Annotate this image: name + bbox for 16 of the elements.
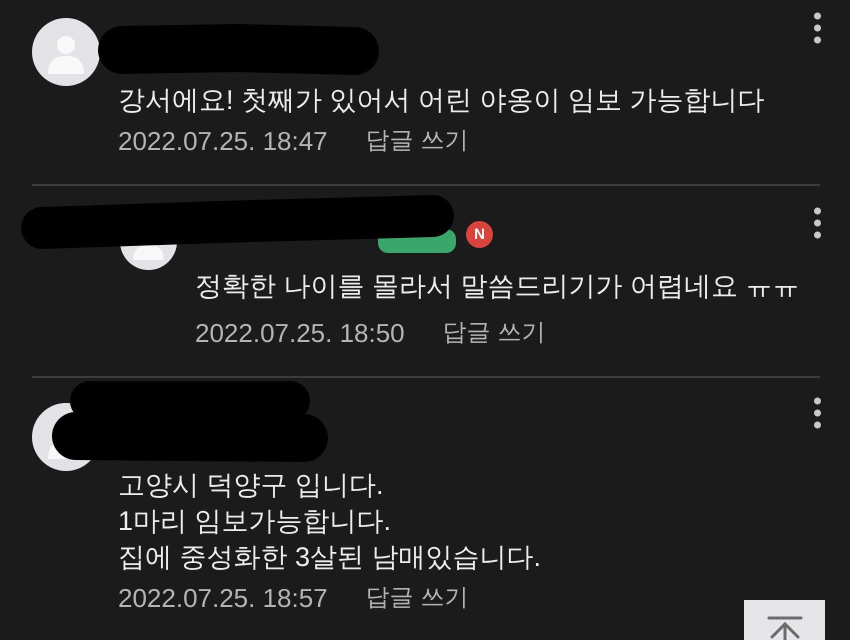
more-options-icon[interactable] — [813, 397, 822, 429]
comment-date: 2022.07.25. 18:57 — [118, 583, 328, 613]
reply-link[interactable]: 답글 쓰기 — [366, 583, 468, 613]
comment-text: 고양시 덕양구 입니다. 1마리 임보가능합니다. 집에 중성화한 3살된 남매있습니다. — [118, 469, 542, 574]
reply-link[interactable]: 답글 쓰기 — [366, 126, 468, 156]
comment-text: 강서에요! 첫째가 있어서 어린 야옹이 임보 가능합니다 — [118, 84, 766, 117]
more-options-icon[interactable] — [813, 207, 822, 239]
avatar-icon[interactable] — [32, 18, 100, 86]
comment-date: 2022.07.25. 18:47 — [118, 126, 328, 156]
new-badge: N — [466, 221, 493, 248]
more-options-icon[interactable] — [813, 12, 822, 44]
scroll-top-icon — [766, 616, 802, 640]
comment-date: 2022.07.25. 18:50 — [195, 318, 405, 348]
reply-link[interactable]: 답글 쓰기 — [442, 318, 546, 348]
comment-text: 정확한 나이를 몰라서 말씀드리기가 어렵네요 ㅠㅠ — [195, 270, 801, 303]
scroll-to-top-button[interactable] — [744, 600, 825, 640]
